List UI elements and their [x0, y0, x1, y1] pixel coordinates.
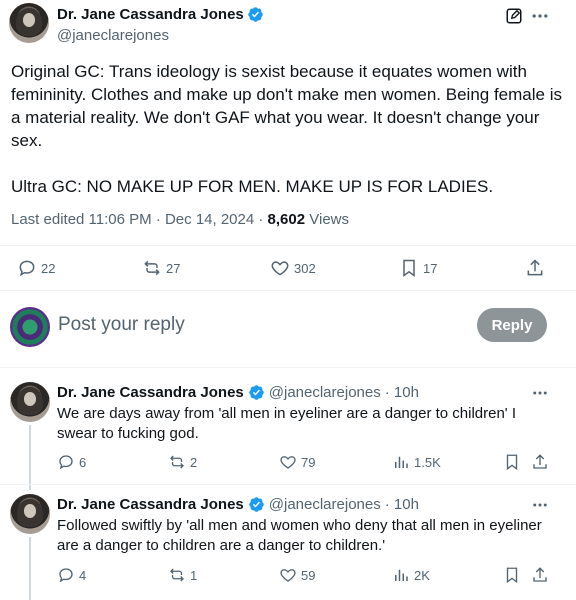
- author-name-row[interactable]: Dr. Jane Cassandra Jones: [57, 6, 264, 23]
- tweet-text: Original GC: Trans ideology is sexist be…: [11, 62, 562, 196]
- repost-count: 27: [166, 260, 181, 276]
- thread-line: [29, 537, 31, 600]
- reply-handle[interactable]: @janeclarejones: [269, 384, 381, 401]
- repost-icon: [170, 568, 184, 582]
- reply-time[interactable]: · 10h: [385, 496, 419, 513]
- share-icon: [533, 454, 547, 469]
- author-handle[interactable]: @janeclarejones: [57, 27, 169, 44]
- heart-icon: [280, 569, 296, 582]
- reply-avatar[interactable]: [10, 382, 50, 422]
- views-count: 2K: [414, 567, 430, 583]
- reply-action[interactable]: 22: [17, 258, 55, 278]
- reply-count: 6: [79, 454, 87, 470]
- reply-header: Dr. Jane Cassandra Jones @janeclarejones…: [57, 384, 419, 401]
- views-action[interactable]: 2K: [392, 566, 430, 584]
- composer-avatar[interactable]: [10, 307, 50, 347]
- reply-input[interactable]: Post your reply: [58, 314, 185, 336]
- bookmark-action[interactable]: [503, 566, 521, 584]
- bookmark-icon: [506, 454, 518, 471]
- verified-badge-icon: [248, 7, 263, 22]
- analytics-icon: [395, 456, 408, 468]
- reply-icon: [59, 455, 73, 470]
- reply-author-name[interactable]: Dr. Jane Cassandra Jones: [57, 496, 244, 513]
- bookmark-action[interactable]: [503, 453, 521, 471]
- tweet-meta: Last edited 11:06 PM · Dec 14, 2024 · 8,…: [11, 211, 349, 228]
- views-label: Views: [305, 211, 350, 228]
- share-action[interactable]: [525, 258, 545, 278]
- reply-icon: [59, 568, 73, 583]
- thread-line: [29, 425, 31, 490]
- reply-avatar[interactable]: [10, 494, 50, 534]
- reply-text: Followed swiftly by 'all men and women w…: [57, 517, 542, 554]
- verified-badge-icon: [249, 497, 264, 512]
- reply-handle[interactable]: @janeclarejones: [269, 496, 381, 513]
- bookmark-icon: [403, 259, 415, 277]
- like-action[interactable]: 79: [279, 453, 315, 471]
- reply-time[interactable]: · 10h: [385, 384, 419, 401]
- verified-badge-icon: [249, 385, 264, 400]
- bookmark-icon: [506, 567, 518, 584]
- author-avatar[interactable]: [9, 3, 49, 43]
- heart-icon: [271, 261, 289, 276]
- like-count: 59: [301, 567, 316, 583]
- repost-count: 2: [190, 454, 198, 470]
- share-action[interactable]: [531, 566, 549, 584]
- author-name[interactable]: Dr. Jane Cassandra Jones: [57, 6, 244, 23]
- like-count: 302: [294, 260, 316, 276]
- views-count: 1.5K: [414, 454, 441, 470]
- repost-count: 1: [190, 567, 198, 583]
- repost-action[interactable]: 27: [142, 258, 180, 278]
- edited-timestamp[interactable]: Last edited 11:06 PM · Dec 14, 2024 ·: [11, 211, 268, 228]
- like-action[interactable]: 59: [279, 566, 315, 584]
- views-action[interactable]: 1.5K: [392, 453, 441, 471]
- reply-button[interactable]: Reply: [477, 308, 547, 342]
- bookmark-count: 17: [423, 260, 438, 276]
- like-action[interactable]: 302: [270, 258, 316, 278]
- share-action[interactable]: [531, 453, 549, 471]
- views-count: 8,602: [267, 211, 306, 228]
- share-icon: [527, 259, 543, 276]
- reply-action[interactable]: 4: [57, 566, 86, 584]
- reply-count: 4: [79, 567, 87, 583]
- analytics-icon: [395, 569, 408, 581]
- more-options-icon[interactable]: [530, 6, 550, 26]
- bookmark-action[interactable]: 17: [399, 258, 437, 278]
- share-icon: [533, 567, 547, 582]
- reply-text: We are days away from 'all men in eyelin…: [57, 405, 517, 442]
- repost-action[interactable]: 1: [168, 566, 197, 584]
- like-count: 79: [301, 454, 316, 470]
- repost-action[interactable]: 2: [168, 453, 197, 471]
- heart-icon: [280, 456, 296, 469]
- reply-count: 22: [41, 260, 56, 276]
- repost-icon: [170, 455, 184, 469]
- reply-author-name[interactable]: Dr. Jane Cassandra Jones: [57, 384, 244, 401]
- repost-icon: [144, 260, 160, 276]
- reply-header: Dr. Jane Cassandra Jones @janeclarejones…: [57, 496, 419, 513]
- edit-icon[interactable]: [505, 7, 523, 25]
- reply-icon: [19, 260, 35, 277]
- reply-action[interactable]: 6: [57, 453, 86, 471]
